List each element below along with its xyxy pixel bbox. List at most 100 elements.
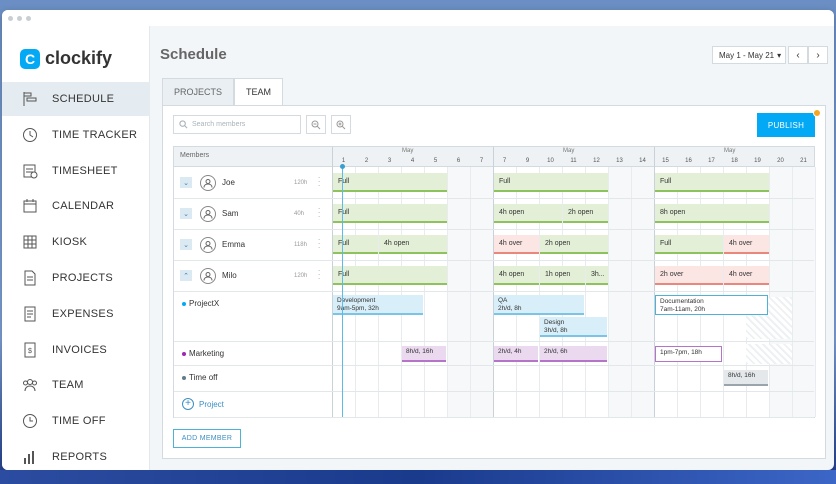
chevron-right-icon: ›: [816, 49, 820, 61]
sidebar-item-calendar[interactable]: CALENDAR: [2, 189, 150, 223]
sidebar-item-team[interactable]: TEAM: [2, 368, 150, 402]
sidebar-item-schedule[interactable]: SCHEDULE: [2, 82, 150, 116]
sidebar-item-projects[interactable]: PROJECTS: [2, 261, 150, 295]
calendar-icon: [22, 198, 38, 214]
sidebar-item-time-tracker[interactable]: TIME TRACKER: [2, 118, 150, 152]
project-label[interactable]: ProjectX: [182, 299, 219, 308]
search-icon: [179, 120, 188, 129]
avatar[interactable]: [200, 205, 216, 222]
window-control-dot[interactable]: [8, 15, 13, 21]
capacity-bar[interactable]: 1h open: [540, 266, 585, 285]
day-label: 18: [731, 158, 738, 164]
logo[interactable]: C clockify: [20, 48, 112, 69]
assignment-mkt3[interactable]: 2h/d, 6h: [540, 346, 607, 362]
member-name: Joe: [222, 178, 235, 187]
assignment-documentation[interactable]: Documentation 7am-11am, 20h: [655, 295, 768, 315]
tab-team[interactable]: TEAM: [234, 78, 284, 106]
assignment-timeoff[interactable]: 8h/d, 16h: [724, 370, 768, 386]
day-label: 3: [387, 158, 392, 164]
day-label: 20: [777, 158, 784, 164]
capacity-bar[interactable]: Full: [333, 235, 378, 254]
capacity-bar[interactable]: 3h...: [586, 266, 608, 285]
row-divider: [174, 417, 814, 418]
tab-projects[interactable]: PROJECTS: [162, 78, 235, 106]
zoom-out-icon: [311, 120, 321, 129]
assignment-mkt4[interactable]: 1pm-7pm, 18h: [655, 346, 722, 362]
sidebar-item-time-off[interactable]: TIME OFF: [2, 404, 150, 438]
assignment-mkt1[interactable]: 8h/d, 16h: [402, 346, 446, 362]
sidebar-item-label: EXPENSES: [52, 307, 114, 320]
user-icon: [203, 240, 213, 250]
capacity-bar[interactable]: 4h over: [724, 235, 769, 254]
view-tabs: PROJECTS TEAM: [162, 78, 284, 106]
add-member-button[interactable]: ADD MEMBER: [173, 429, 241, 448]
capacity-bar[interactable]: 4h over: [724, 266, 769, 285]
window-control-dot[interactable]: [26, 15, 31, 21]
sidebar-item-expenses[interactable]: EXPENSES: [2, 297, 150, 331]
date-range-picker[interactable]: May 1 - May 21 ▾: [712, 46, 786, 64]
more-options-icon[interactable]: ⋅ ⋅ ⋅: [318, 237, 322, 252]
capacity-bar[interactable]: 2h over: [655, 266, 723, 285]
assignment-design[interactable]: Design 3h/d, 8h: [540, 317, 607, 337]
collapse-toggle[interactable]: ⌄: [180, 177, 192, 188]
zoom-in-icon: [336, 120, 346, 129]
add-project-button[interactable]: + Project: [182, 398, 224, 410]
capacity-bar[interactable]: Full: [655, 235, 723, 254]
window-control-dot[interactable]: [17, 15, 22, 21]
user-icon: [203, 178, 213, 188]
assignment-mkt2[interactable]: 2h/d, 4h: [494, 346, 538, 362]
time-off-icon: [22, 413, 38, 429]
project-color-dot: [182, 351, 186, 356]
day-label: 11: [570, 158, 577, 164]
capacity-bar[interactable]: Full: [655, 173, 769, 192]
collapse-toggle[interactable]: ⌄: [180, 239, 192, 250]
more-options-icon[interactable]: ⋅ ⋅ ⋅: [318, 175, 322, 190]
projects-icon: [22, 270, 38, 286]
next-week-button[interactable]: ›: [808, 46, 828, 64]
user-icon: [203, 271, 213, 281]
collapse-toggle[interactable]: ⌄: [180, 208, 192, 219]
more-options-icon[interactable]: ⋅ ⋅ ⋅: [318, 206, 322, 221]
capacity-bar[interactable]: 2h open: [563, 204, 608, 223]
avatar[interactable]: [200, 267, 216, 284]
project-label[interactable]: Marketing: [182, 349, 224, 358]
zoom-in-button[interactable]: [331, 115, 351, 134]
capacity-bar[interactable]: 4h open: [379, 235, 447, 254]
capacity-bar[interactable]: 4h over: [494, 235, 539, 254]
sidebar-item-label: SCHEDULE: [52, 93, 115, 105]
sidebar-item-kiosk[interactable]: KIOSK: [2, 225, 150, 259]
assignment-development[interactable]: Development 9am-5pm, 32h: [333, 295, 423, 315]
assignment-qa[interactable]: QA 2h/d, 8h: [494, 295, 584, 315]
capacity-bar[interactable]: 4h open: [494, 266, 539, 285]
clockify-logo-icon: C: [20, 48, 40, 69]
capacity-bar[interactable]: 4h open: [494, 204, 562, 223]
capacity-bar[interactable]: Full: [333, 204, 447, 223]
desktop-taskbar: [0, 470, 836, 484]
capacity-bar[interactable]: Full: [333, 266, 447, 285]
expand-toggle[interactable]: ⌃: [180, 270, 192, 281]
avatar[interactable]: [200, 236, 216, 253]
capacity-bar[interactable]: 8h open: [655, 204, 769, 223]
day-label: 1: [341, 158, 346, 164]
weekend-column: [470, 167, 493, 417]
day-label: 16: [685, 158, 692, 164]
search-members-field[interactable]: Search members: [173, 115, 301, 134]
row-divider: [174, 291, 814, 292]
sidebar-item-invoices[interactable]: $ INVOICES: [2, 333, 150, 367]
prev-week-button[interactable]: ‹: [788, 46, 808, 64]
project-label[interactable]: Time off: [182, 373, 217, 382]
publish-button[interactable]: PUBLISH: [757, 113, 815, 137]
capacity-bar[interactable]: 2h open: [540, 235, 608, 254]
day-column-line: [470, 167, 471, 417]
schedule-icon: [22, 91, 38, 107]
more-options-icon[interactable]: ⋅ ⋅ ⋅: [318, 268, 322, 283]
chevron-down-icon: ▾: [777, 50, 782, 60]
capacity-bar[interactable]: Full: [494, 173, 608, 192]
sidebar-item-reports[interactable]: REPORTS: [2, 440, 150, 470]
avatar[interactable]: [200, 174, 216, 191]
capacity-bar[interactable]: Full: [333, 173, 447, 192]
zoom-out-button[interactable]: [306, 115, 326, 134]
assignment-title: QA: [498, 297, 508, 304]
today-marker-line: [342, 167, 343, 417]
sidebar-item-timesheet[interactable]: TIMESHEET: [2, 154, 150, 188]
